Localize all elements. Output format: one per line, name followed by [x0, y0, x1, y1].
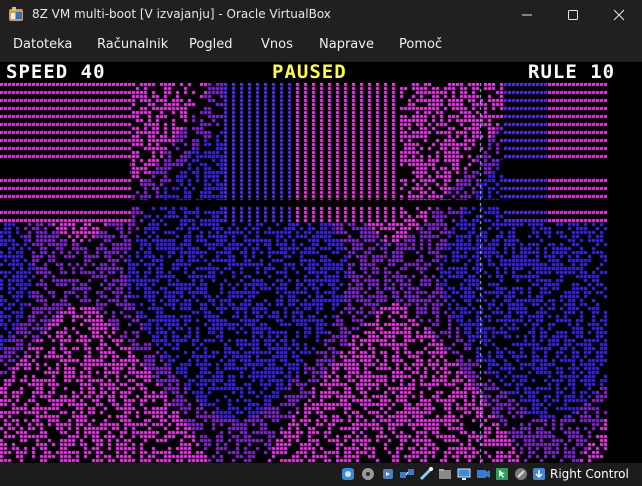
usb-icon[interactable]	[418, 466, 434, 482]
display-icon[interactable]	[456, 466, 472, 482]
vm-display[interactable]: SPEED 40 PAUSED RULE 10	[0, 62, 642, 463]
menu-pomoc[interactable]: Pomoč	[399, 37, 442, 52]
menu-datoteka[interactable]: Datoteka	[13, 37, 72, 52]
optical-drive-icon[interactable]	[360, 466, 376, 482]
close-icon	[613, 9, 625, 21]
minimize-icon	[522, 14, 532, 16]
maximize-button[interactable]	[550, 0, 596, 30]
vm-status-line: SPEED 40 PAUSED RULE 10	[0, 62, 642, 83]
hard-disk-icon[interactable]	[340, 466, 356, 482]
status-bar: Right Control	[0, 463, 642, 486]
menu-pogled[interactable]: Pogled	[189, 37, 232, 52]
network-icon[interactable]	[399, 466, 415, 482]
paused-indicator: PAUSED	[272, 62, 347, 83]
menu-naprave[interactable]: Naprave	[319, 37, 374, 52]
menu-vnos[interactable]: Vnos	[261, 37, 293, 52]
cellular-automaton-display	[0, 62, 642, 463]
audio-icon[interactable]	[380, 466, 396, 482]
video-capture-icon[interactable]	[475, 466, 491, 482]
minimize-button[interactable]	[504, 0, 550, 30]
menu-bar: Datoteka Računalnik Pogled Vnos Naprave …	[0, 30, 642, 60]
window-title: 8Z VM multi-boot [V izvajanju] - Oracle …	[32, 7, 331, 21]
keyboard-capture-icon[interactable]	[513, 466, 529, 482]
host-key-icon	[533, 468, 545, 480]
title-bar[interactable]: 8Z VM multi-boot [V izvajanju] - Oracle …	[0, 0, 642, 30]
rule-readout: RULE 10	[528, 62, 616, 83]
close-button[interactable]	[596, 0, 642, 30]
virtualbox-icon	[9, 7, 23, 21]
speed-readout: SPEED 40	[6, 62, 106, 83]
menu-racunalnik[interactable]: Računalnik	[97, 37, 168, 52]
maximize-icon	[568, 10, 578, 20]
mouse-integration-icon[interactable]	[494, 466, 510, 482]
host-key-label: Right Control	[550, 467, 629, 481]
shared-folders-icon[interactable]	[437, 466, 453, 482]
